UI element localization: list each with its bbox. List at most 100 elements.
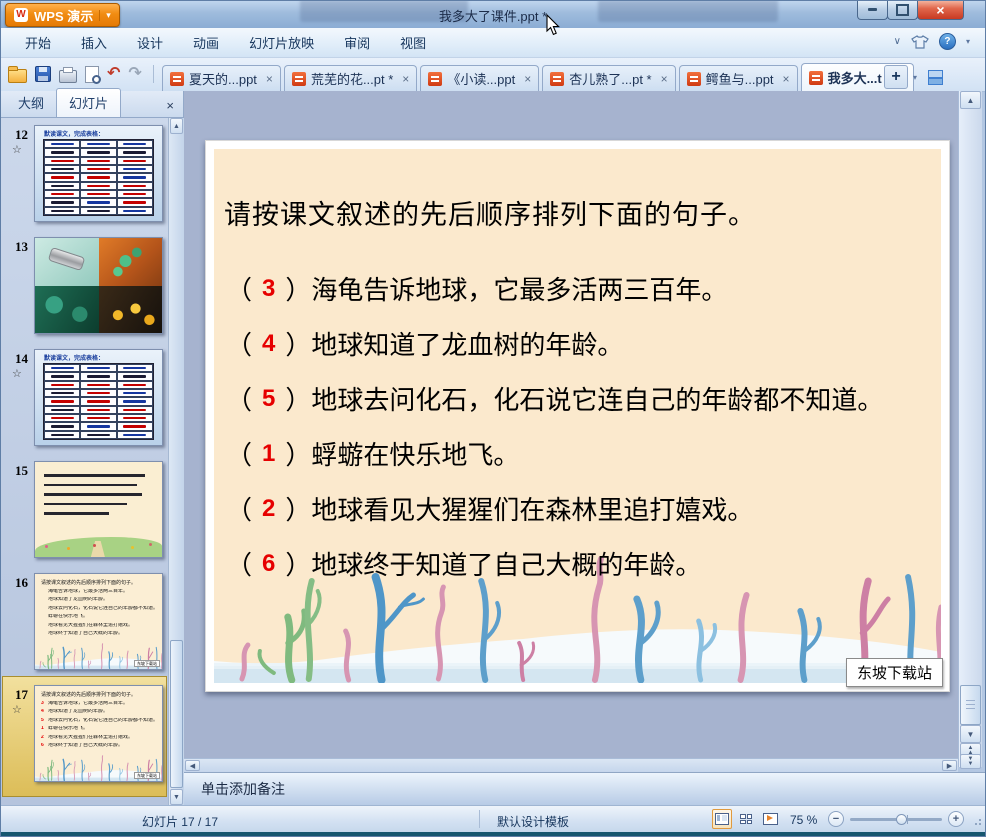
slide-thumbnail[interactable]	[34, 461, 163, 558]
slide-title-text[interactable]: 请按课文叙述的先后顺序排列下面的句子。	[224, 193, 756, 232]
table-text-bar	[123, 160, 146, 163]
table-text-bar	[123, 168, 146, 171]
menu-item-0[interactable]: 开始	[10, 28, 66, 57]
new-tab-caret-icon[interactable]: ▾	[913, 73, 917, 82]
notes-pane[interactable]: 单击添加备注	[184, 772, 986, 805]
slide-thumbnail-item[interactable]: 15	[0, 459, 166, 565]
scroll-right-icon[interactable]: ▶	[942, 760, 957, 771]
doc-tab-4[interactable]: 鳄鱼与...ppt×	[679, 65, 798, 91]
chevron-down-icon[interactable]: ▾	[966, 37, 970, 46]
zoom-out-button[interactable]: −	[828, 811, 844, 827]
mineral-photo-p4	[99, 286, 163, 334]
thumb-table-cell	[80, 381, 116, 389]
slide-thumbnail-item[interactable]: 17☆ 请按课文叙述的先后顺序排列下面的句子。3海龟告诉地球，它最多活两三百年。…	[0, 683, 166, 789]
table-text-bar	[87, 417, 110, 420]
print-preview-icon[interactable]	[85, 66, 99, 83]
slideshow-button[interactable]	[760, 809, 780, 829]
scroll-down-icon[interactable]: ▼	[960, 725, 981, 743]
zoom-level: 75 %	[790, 813, 817, 827]
slide-thumbnail-item[interactable]: 12☆默读课文，完成表格：	[0, 123, 166, 229]
close-tab-icon[interactable]: ×	[779, 72, 790, 86]
scrollbar-thumb[interactable]	[960, 685, 981, 725]
menu-item-1[interactable]: 插入	[66, 28, 122, 57]
close-tab-icon[interactable]: ×	[262, 72, 273, 86]
doc-tab-0[interactable]: 夏天的...ppt×	[162, 65, 281, 91]
tab-outline[interactable]: 大纲	[6, 89, 56, 117]
thumb-sentence-row: 地球看见大猩猩们在森林里追打嬉戏。	[41, 623, 159, 628]
menu-item-4[interactable]: 幻灯片放映	[234, 28, 329, 57]
slide-thumbnail[interactable]: 默读课文，完成表格：	[34, 349, 163, 446]
horizontal-scrollbar[interactable]: ◀ ▶	[184, 758, 958, 772]
zoom-in-button[interactable]: +	[948, 811, 964, 827]
table-text-bar	[87, 392, 110, 395]
menu-item-2[interactable]: 设计	[122, 28, 178, 57]
table-text-bar	[51, 384, 74, 387]
maximize-button[interactable]	[887, 0, 918, 20]
slide-thumbnail[interactable]: 请按课文叙述的先后顺序排列下面的句子。3海龟告诉地球，它最多活两三百年。4地球知…	[34, 685, 163, 782]
chevron-down-icon[interactable]: ▾	[99, 10, 111, 21]
table-text-bar	[123, 425, 146, 428]
zoom-track[interactable]	[850, 818, 942, 821]
thumb-answer-number: 2	[41, 735, 46, 740]
thumb-table-cell	[117, 397, 153, 405]
close-tab-icon[interactable]: ×	[520, 72, 531, 86]
menu-item-5[interactable]: 审阅	[329, 28, 385, 57]
doc-tab-1[interactable]: 荒芜的花...pt *×	[284, 65, 417, 91]
slide-thumbnail-pane: 12☆默读课文，完成表格：1314☆默读课文，完成表格：1516 请按课文叙述的…	[0, 118, 184, 805]
close-tab-icon[interactable]: ×	[657, 72, 668, 86]
thumb-text-lines	[44, 474, 153, 515]
thumb-sentence-row: 1蜉蝣在快乐地飞。	[41, 726, 159, 731]
open-file-icon[interactable]	[8, 69, 27, 83]
zoom-thumb[interactable]	[896, 814, 907, 825]
close-tab-icon[interactable]: ×	[398, 72, 409, 86]
close-button[interactable]: ×	[917, 0, 964, 20]
doc-tab-2[interactable]: 《小读...ppt×	[420, 65, 539, 91]
table-text-bar	[87, 143, 110, 146]
close-panel-icon[interactable]: ×	[166, 98, 174, 117]
scroll-up-icon[interactable]: ▲	[170, 118, 183, 134]
tab-bar-extras: + ▾	[884, 65, 945, 89]
thumb-sentence-text: 地球看见大猩猩们在森林里追打嬉戏。	[48, 735, 133, 740]
wps-app-menu-button[interactable]: W WPS 演示 ▾	[5, 3, 120, 27]
scroll-left-icon[interactable]: ◀	[185, 760, 200, 771]
next-slide-button[interactable]: ▼ ▼	[960, 754, 981, 769]
scroll-down-icon[interactable]: ▼	[170, 789, 183, 805]
resize-grip[interactable]	[969, 816, 981, 828]
slide-thumbnail-item[interactable]: 16 请按课文叙述的先后顺序排列下面的句子。海龟告诉地球，它最多活两三百年。地球…	[0, 571, 166, 677]
collapse-toolbar-icon[interactable]: ∨	[894, 36, 901, 47]
meadow-path	[91, 541, 105, 557]
menu-item-3[interactable]: 动画	[178, 28, 234, 57]
help-icon[interactable]: ?	[939, 33, 956, 50]
slide-page[interactable]: 请按课文叙述的先后顺序排列下面的句子。 （3）海龟告诉地球，它最多活两三百年。（…	[205, 140, 950, 692]
slide-thumbnail[interactable]: 默读课文，完成表格：	[34, 125, 163, 222]
normal-view-button[interactable]	[712, 809, 732, 829]
thumb-sentence-text: 海龟告诉地球，它最多活两三百年。	[48, 589, 128, 594]
slide-thumbnail[interactable]: 请按课文叙述的先后顺序排列下面的句子。海龟告诉地球，它最多活两三百年。地球知道了…	[34, 573, 163, 670]
scrollbar-thumb[interactable]	[170, 640, 183, 788]
sentence-list[interactable]: （3）海龟告诉地球，它最多活两三百年。（4）地球知道了龙血树的年龄。（5）地球去…	[226, 261, 941, 591]
switch-windows-icon[interactable]	[928, 70, 945, 85]
slide-thumbnail-item[interactable]: 13	[0, 235, 166, 341]
thumb-table-cell	[44, 207, 80, 215]
minimize-button[interactable]	[857, 0, 888, 20]
skin-shirt-icon[interactable]	[911, 35, 929, 49]
doc-tab-3[interactable]: 杏儿熟了...pt *×	[542, 65, 675, 91]
sidebar-scrollbar[interactable]: ▲ ▼	[168, 118, 184, 805]
slide-thumbnail-item[interactable]: 14☆默读课文，完成表格：	[0, 347, 166, 453]
new-tab-button[interactable]: +	[884, 65, 908, 89]
tab-slides[interactable]: 幻灯片	[56, 88, 121, 117]
print-icon[interactable]	[59, 70, 77, 83]
slide-thumbnail[interactable]	[34, 237, 163, 334]
thumb-sentence-text: 蜉蝣在快乐地飞。	[48, 726, 88, 731]
vertical-scrollbar[interactable]: ▲ ▼ ▲ ▲ ▼ ▼	[958, 91, 982, 767]
ppt-file-icon	[550, 72, 564, 86]
scroll-up-icon[interactable]: ▲	[960, 91, 981, 109]
undo-icon[interactable]: ↶	[107, 65, 120, 83]
thumb-table-cell	[44, 173, 80, 181]
save-icon[interactable]	[35, 66, 51, 82]
sentence-row: （5）地球去问化石，化石说它连自己的年龄都不知道。	[226, 371, 941, 426]
thumb-table-cell	[44, 148, 80, 156]
redo-icon[interactable]: ↷	[128, 65, 141, 83]
menu-item-6[interactable]: 视图	[385, 28, 441, 57]
slide-sorter-button[interactable]	[736, 809, 756, 829]
